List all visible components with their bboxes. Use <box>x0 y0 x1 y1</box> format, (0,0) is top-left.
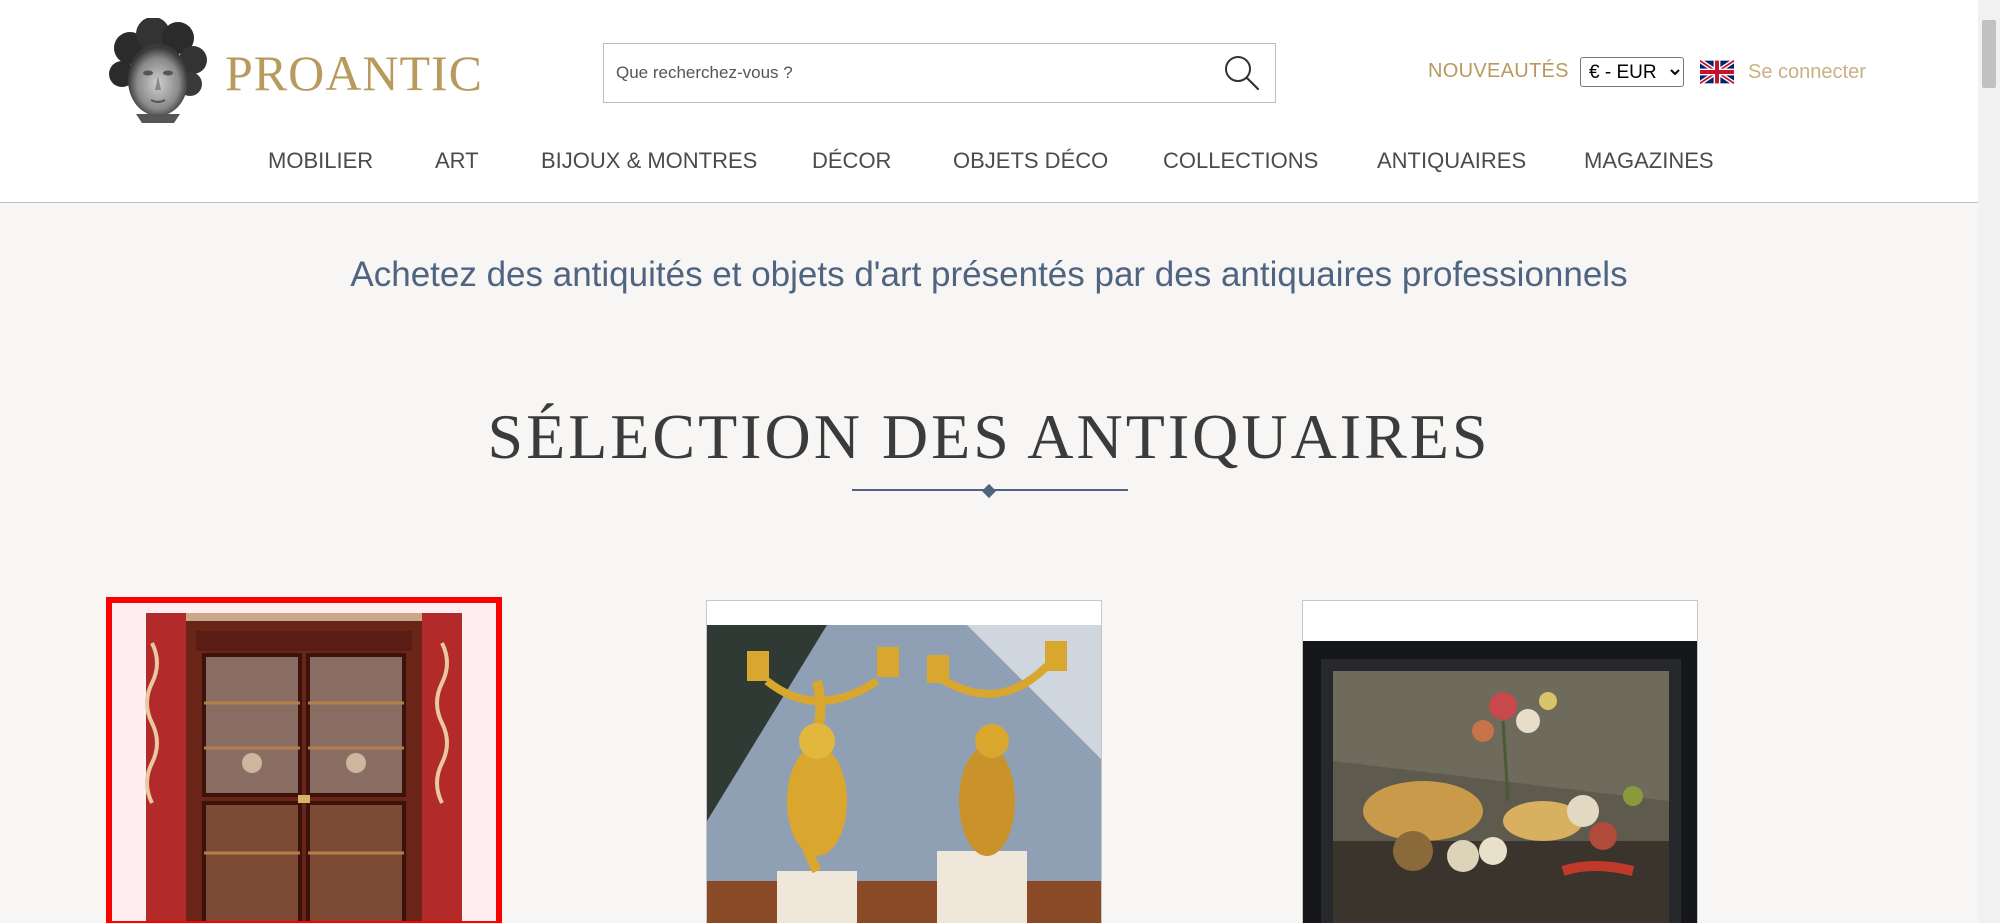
logo-head-icon[interactable] <box>108 18 208 123</box>
nav-item-art[interactable]: ART <box>435 148 479 174</box>
product-card[interactable] <box>106 597 502 923</box>
search-icon[interactable] <box>1223 54 1261 92</box>
tagline: Achetez des antiquités et objets d'art p… <box>350 255 1628 294</box>
login-link[interactable]: Se connecter <box>1748 61 1866 84</box>
nav-item-magazines[interactable]: MAGAZINES <box>1584 148 1714 174</box>
bookcase-cabinet-image <box>112 603 496 921</box>
page-scrollbar[interactable] <box>1978 0 2000 923</box>
section-title: SÉLECTION DES ANTIQUAIRES <box>487 401 1491 472</box>
product-card[interactable] <box>706 600 1102 923</box>
product-card[interactable] <box>1302 600 1698 923</box>
search-box <box>603 43 1276 103</box>
nav-item-objets-deco[interactable]: OBJETS DÉCO <box>953 148 1108 174</box>
nav-item-bijoux-montres[interactable]: BIJOUX & MONTRES <box>541 148 757 174</box>
nav-item-antiquaires[interactable]: ANTIQUAIRES <box>1377 148 1526 174</box>
gilt-bronze-candelabra-image <box>707 601 1101 923</box>
currency-select[interactable]: € - EUR <box>1580 57 1684 87</box>
nouveautes-link[interactable]: NOUVEAUTÉS <box>1428 60 1569 83</box>
site-header: PROANTIC NOUVEAUTÉS € - EUR Se connecter… <box>0 0 1978 203</box>
nav-item-collections[interactable]: COLLECTIONS <box>1163 148 1318 174</box>
main-nav: MOBILIER ART BIJOUX & MONTRES DÉCOR OBJE… <box>0 148 1978 180</box>
still-life-painting-image <box>1303 601 1697 923</box>
search-input[interactable] <box>616 44 1196 102</box>
nav-item-mobilier[interactable]: MOBILIER <box>268 148 373 174</box>
logo-text[interactable]: PROANTIC <box>225 44 483 102</box>
uk-flag-icon[interactable] <box>1700 60 1734 84</box>
scrollbar-thumb[interactable] <box>1982 20 1996 88</box>
nav-item-decor[interactable]: DÉCOR <box>812 148 891 174</box>
title-divider-ornament <box>981 483 997 499</box>
